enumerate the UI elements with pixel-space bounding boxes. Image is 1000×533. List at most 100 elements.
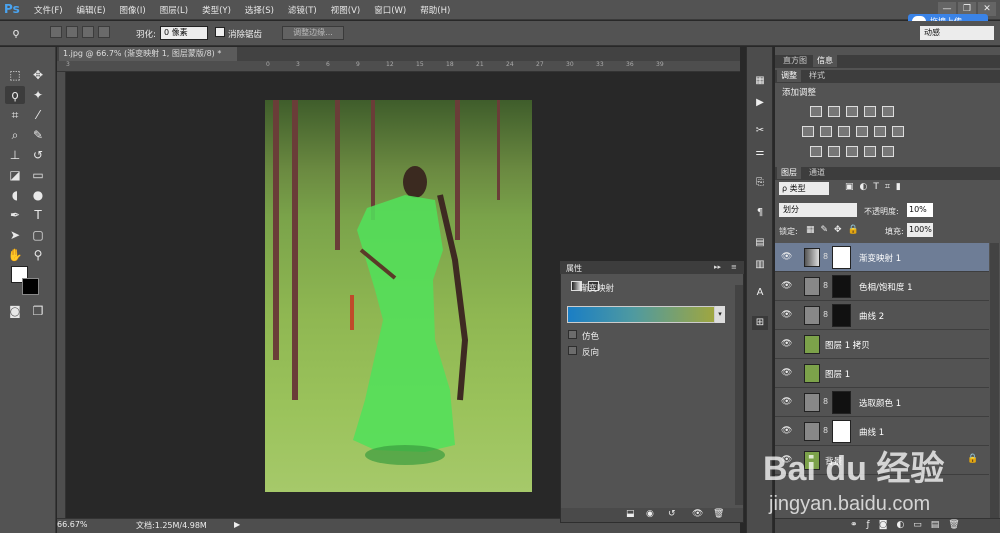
screen-mode-icon[interactable]: ❐ — [28, 302, 48, 320]
antialias-checkbox[interactable] — [215, 27, 225, 37]
zoom-level[interactable]: 66.67% — [57, 520, 88, 529]
threshold-icon[interactable] — [846, 146, 858, 157]
status-menu-arrow-icon[interactable]: ▶ — [234, 520, 240, 529]
layer-row[interactable]: 👁 图层 1 拷贝 — [775, 330, 989, 359]
feather-input[interactable]: 0 像素 — [160, 26, 208, 40]
move-tool-icon[interactable]: ✥ — [28, 66, 48, 84]
history-panel-icon[interactable]: ▦ — [752, 74, 768, 88]
color-lookup-icon[interactable] — [892, 126, 904, 137]
menu-image[interactable]: 图像(I) — [120, 4, 146, 16]
eraser-tool-icon[interactable]: ◪ — [5, 166, 25, 184]
gradient-tool-icon[interactable]: ▭ — [28, 166, 48, 184]
selective-color-icon[interactable] — [882, 146, 894, 157]
gradient-preview[interactable] — [567, 306, 715, 323]
channel-mixer-icon[interactable] — [874, 126, 886, 137]
eyedropper-tool-icon[interactable]: ⁄ — [28, 106, 48, 124]
mask-thumb[interactable] — [832, 304, 851, 327]
mask-thumb[interactable] — [832, 246, 851, 269]
link-icon[interactable]: 8 — [823, 397, 829, 407]
visibility-icon[interactable]: 👁 — [692, 509, 703, 519]
vibrance-icon[interactable] — [882, 106, 894, 117]
gradient-map-adj-icon[interactable] — [864, 146, 876, 157]
menu-file[interactable]: 文件(F) — [34, 4, 63, 16]
link-icon[interactable]: 8 — [823, 252, 829, 262]
layer-filter-icons[interactable]: ▣◐T⌗▮ — [845, 182, 907, 192]
refine-edge-button[interactable]: 调整边缘... — [282, 26, 344, 40]
blend-mode-select[interactable]: 划分 — [779, 203, 857, 217]
posterize-icon[interactable] — [828, 146, 840, 157]
lasso-tool-icon[interactable]: ϙ — [5, 86, 25, 104]
paragraph-panel-icon[interactable]: ¶ — [752, 206, 768, 220]
hue-saturation-icon[interactable] — [802, 126, 814, 137]
crop-tool-icon[interactable]: ⌗ — [5, 106, 25, 124]
tab-styles[interactable]: 样式 — [805, 70, 829, 82]
eye-icon[interactable]: 👁 — [781, 281, 792, 291]
add-selection-mode-button[interactable] — [66, 26, 78, 38]
brightness-icon[interactable] — [810, 106, 822, 117]
notes-icon[interactable]: ▥ — [752, 258, 768, 272]
type-tool-icon[interactable]: T — [28, 206, 48, 224]
reverse-checkbox[interactable] — [568, 346, 577, 355]
tab-info[interactable]: 信息 — [813, 55, 837, 67]
properties-scrollbar[interactable] — [735, 285, 743, 505]
dodge-tool-icon[interactable]: ● — [28, 186, 48, 204]
photo-filter-icon[interactable] — [856, 126, 868, 137]
tab-histogram[interactable]: 直方图 — [779, 55, 811, 67]
mask-thumb[interactable] — [832, 391, 851, 414]
subtract-selection-mode-button[interactable] — [82, 26, 94, 38]
blur-tool-icon[interactable]: ◖ — [5, 186, 25, 204]
document-tab[interactable]: 1.jpg @ 66.7% (渐变映射 1, 图层蒙版/8) * — [59, 47, 237, 61]
collapse-panel-icon[interactable]: ▸▸ — [714, 263, 721, 271]
background-color-swatch[interactable] — [22, 278, 39, 295]
eye-icon[interactable]: 👁 — [781, 339, 792, 349]
character-panel-icon[interactable]: A — [752, 286, 768, 300]
eye-icon[interactable]: 👁 — [781, 426, 792, 436]
clip-to-layer-icon[interactable]: ⬓ — [626, 509, 635, 519]
menu-view[interactable]: 视图(V) — [331, 4, 360, 16]
panel-menu-icon[interactable]: ≡ — [731, 263, 737, 271]
link-icon[interactable]: 8 — [823, 426, 829, 436]
lock-icons[interactable]: ▦✎✥🔒 — [806, 225, 865, 235]
healing-brush-tool-icon[interactable]: ⌕ — [5, 126, 25, 144]
color-balance-icon[interactable] — [820, 126, 832, 137]
eye-icon[interactable]: 👁 — [781, 368, 792, 378]
canvas-photo[interactable] — [265, 100, 532, 492]
marquee-tool-icon[interactable]: ⬚ — [5, 66, 25, 84]
tool-presets-icon[interactable]: ✂ — [752, 124, 768, 138]
link-icon[interactable]: 8 — [823, 310, 829, 320]
properties-panel-icon[interactable]: ⊞ — [752, 316, 768, 330]
actions-panel-icon[interactable]: ▶ — [752, 96, 768, 110]
brush-tool-icon[interactable]: ✎ — [28, 126, 48, 144]
layer-row[interactable]: 👁 8 色相/饱和度 1 — [775, 272, 989, 301]
gradient-dropdown-icon[interactable]: ▾ — [715, 306, 725, 323]
quick-mask-icon[interactable]: ◙ — [5, 302, 25, 320]
dither-checkbox[interactable] — [568, 330, 577, 339]
layer-row[interactable]: 👁 图层 1 — [775, 359, 989, 388]
magic-wand-tool-icon[interactable]: ✦ — [28, 86, 48, 104]
clone-source-icon[interactable]: ⎘ — [752, 176, 768, 190]
tab-layers[interactable]: 图层 — [777, 167, 801, 179]
tab-channels[interactable]: 通道 — [805, 167, 829, 179]
eye-icon[interactable]: 👁 — [781, 397, 792, 407]
navigator-icon[interactable]: ▤ — [752, 236, 768, 250]
menu-edit[interactable]: 编辑(E) — [77, 4, 106, 16]
new-selection-mode-button[interactable] — [50, 26, 62, 38]
invert-icon[interactable] — [810, 146, 822, 157]
zoom-tool-icon[interactable]: ⚲ — [28, 246, 48, 264]
menu-window[interactable]: 窗口(W) — [374, 4, 406, 16]
path-selection-tool-icon[interactable]: ➤ — [5, 226, 25, 244]
fill-input[interactable]: 100% — [907, 223, 933, 237]
menu-type[interactable]: 类型(Y) — [202, 4, 231, 16]
menu-select[interactable]: 选择(S) — [245, 4, 274, 16]
mask-thumb[interactable] — [832, 275, 851, 298]
view-previous-icon[interactable]: ◉ — [646, 509, 654, 519]
opacity-input[interactable]: 10% — [907, 203, 933, 217]
intersect-selection-mode-button[interactable] — [98, 26, 110, 38]
curves-icon[interactable] — [846, 106, 858, 117]
reset-icon[interactable]: ↺ — [668, 509, 676, 519]
menu-layer[interactable]: 图层(L) — [160, 4, 188, 16]
layer-row[interactable]: 👁 8 渐变映射 1 — [775, 243, 989, 272]
link-icon[interactable]: 8 — [823, 281, 829, 291]
menu-filter[interactable]: 滤镜(T) — [288, 4, 317, 16]
pen-tool-icon[interactable]: ✒ — [5, 206, 25, 224]
